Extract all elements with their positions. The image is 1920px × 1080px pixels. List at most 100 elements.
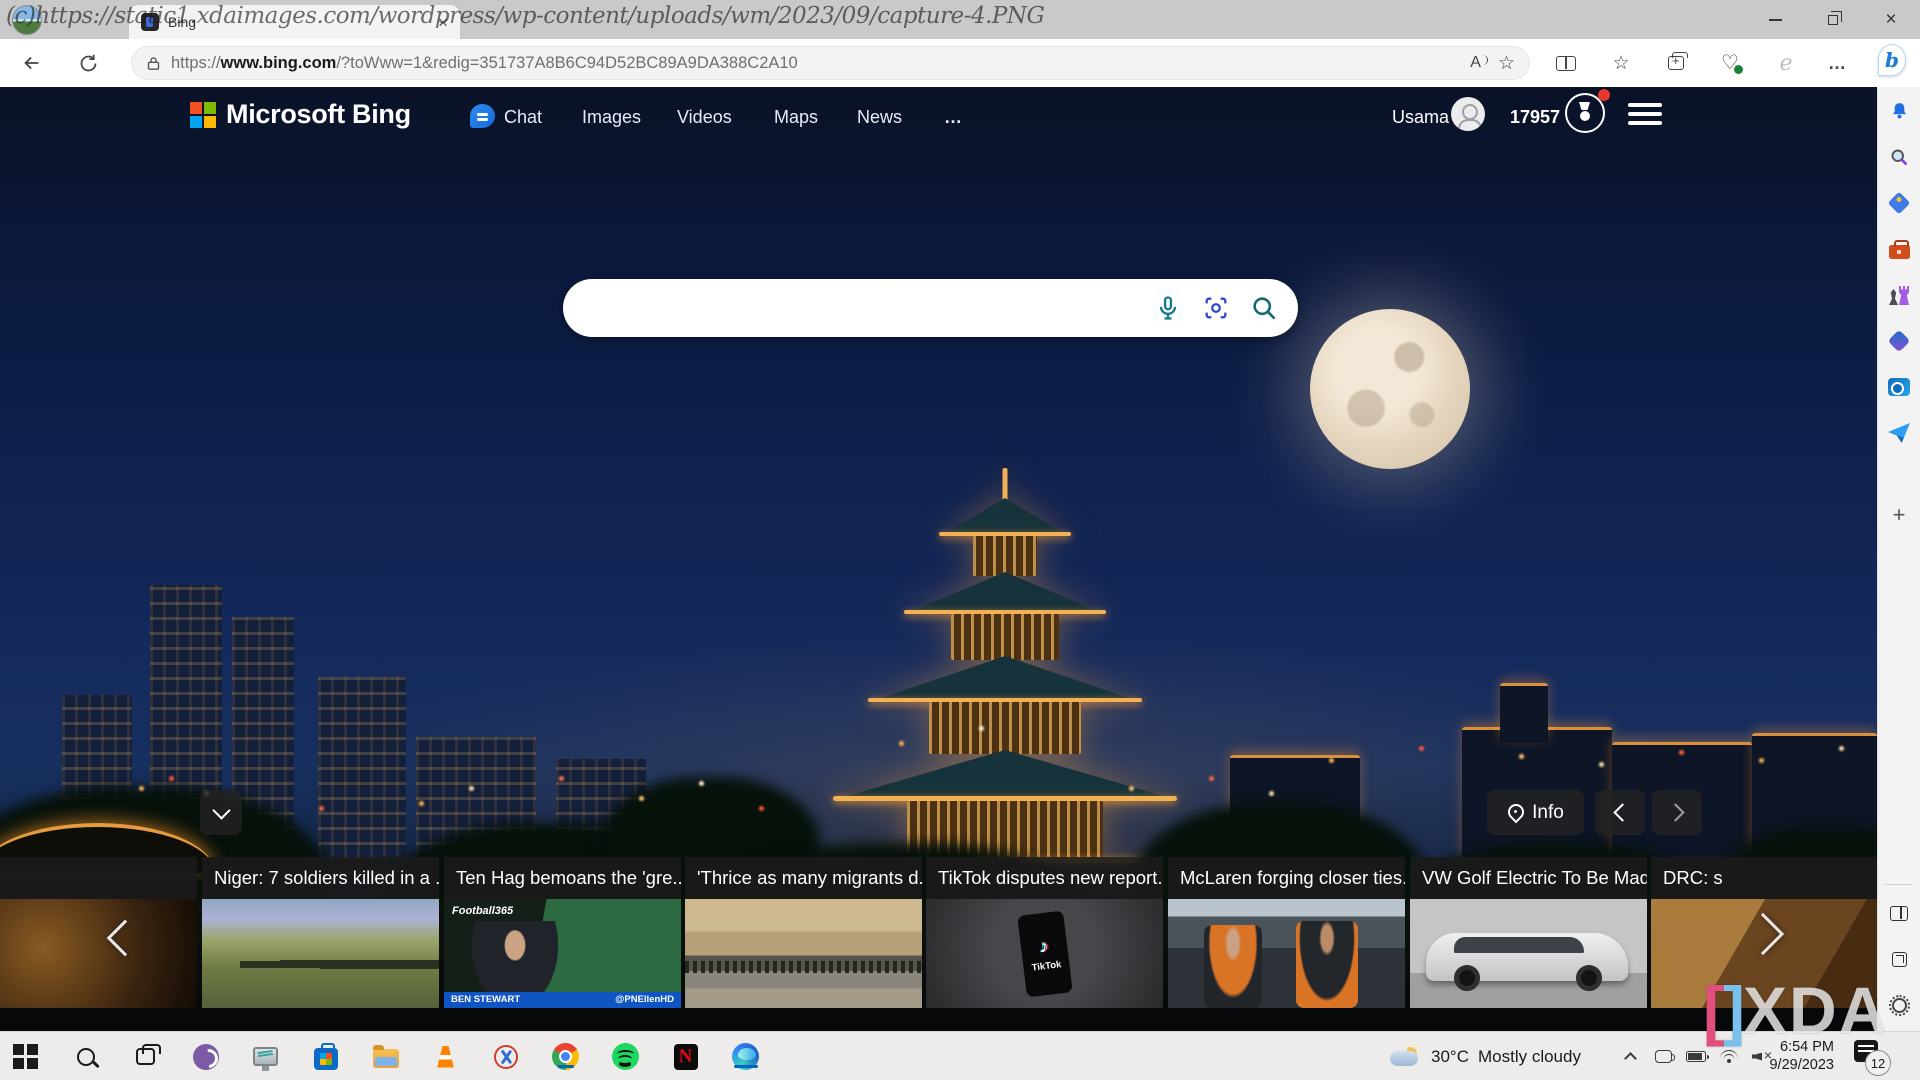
location-pin-icon [1507, 803, 1523, 823]
nav-more-icon[interactable]: … [944, 107, 964, 128]
news-card[interactable]: McLaren forging closer ties... [1168, 857, 1405, 1008]
news-card-image [685, 899, 922, 1008]
news-card[interactable]: Niger: 7 soldiers killed in a ... [202, 857, 439, 1008]
nav-chat[interactable]: Chat [504, 107, 542, 128]
chevron-left-icon [1613, 803, 1631, 821]
account-name[interactable]: Usama [1392, 107, 1449, 128]
collapse-feed-button[interactable] [200, 790, 242, 835]
notification-badge: 12 [1865, 1050, 1891, 1076]
search-input[interactable] [591, 297, 1134, 319]
spotify-icon[interactable] [612, 1043, 639, 1070]
system-monitor-icon[interactable] [252, 1043, 279, 1070]
taskbar-weather-widget[interactable]: 30°C Mostly cloudy [1390, 1032, 1581, 1080]
back-button[interactable] [18, 49, 46, 77]
add-sidebar-item-icon[interactable]: + [1887, 503, 1911, 527]
news-card[interactable]: TikTok disputes new report... ♪ TikTok [926, 857, 1163, 1008]
news-card-title: VW Golf Electric To Be Mad... [1410, 857, 1647, 899]
nav-images[interactable]: Images [582, 107, 641, 128]
news-card-title: Ten Hag bemoans the 'gre... [444, 857, 681, 899]
taskbar-clock[interactable]: 6:54 PM 9/29/2023 [1752, 1039, 1834, 1074]
minimize-button[interactable] [1746, 0, 1804, 39]
favorites-bar-icon[interactable]: ☆ [1607, 49, 1635, 77]
open-external-icon[interactable] [1887, 947, 1911, 971]
device-cast-icon[interactable] [1653, 1047, 1673, 1067]
browser-profile-icon[interactable] [12, 5, 42, 35]
battery-icon[interactable] [1686, 1047, 1706, 1067]
previous-image-button[interactable] [1595, 790, 1645, 835]
nav-maps[interactable]: Maps [774, 107, 818, 128]
account-avatar[interactable] [1451, 97, 1485, 131]
vlc-icon[interactable] [432, 1043, 459, 1070]
outlook-icon[interactable] [1887, 375, 1911, 399]
browser-tab-bing[interactable]: Bing × [129, 5, 460, 39]
browser-essentials-icon[interactable] [1717, 49, 1745, 77]
sidebar-panel-icon[interactable] [1887, 901, 1911, 925]
nav-videos[interactable]: Videos [677, 107, 732, 128]
netflix-icon[interactable]: N [672, 1043, 699, 1070]
rewards-notification-dot [1598, 89, 1610, 101]
news-card-partial-left[interactable] [0, 857, 197, 1008]
settings-more-icon[interactable]: … [1824, 49, 1852, 77]
split-screen-icon[interactable] [1552, 49, 1580, 77]
image-info-button[interactable]: Info [1487, 790, 1584, 835]
phone-illustration: ♪ TikTok [1017, 911, 1073, 998]
news-card-title: DRC: s [1651, 857, 1877, 899]
refresh-button[interactable] [74, 49, 102, 77]
news-card[interactable]: Ten Hag bemoans the 'gre... Football365 … [444, 857, 681, 1008]
sidebar-search-icon[interactable] [1887, 145, 1911, 169]
chevron-right-icon [1666, 803, 1684, 821]
lock-icon [146, 55, 161, 72]
file-explorer-icon[interactable] [372, 1043, 399, 1070]
system-tray [1620, 1032, 1772, 1080]
notification-center-button[interactable]: 12 [1854, 1038, 1914, 1078]
wifi-icon[interactable] [1719, 1047, 1739, 1067]
address-bar[interactable]: https://www.bing.com/?toWww=1&redig=3517… [131, 46, 1530, 80]
close-button[interactable]: × [1862, 0, 1920, 39]
tab-close-icon[interactable]: × [438, 14, 448, 31]
search-box[interactable] [563, 279, 1298, 337]
chat-bubble-icon [470, 104, 495, 128]
tweet-byline-bar: BEN STEWART@PNEllenHD [444, 992, 681, 1008]
sidebar-settings-gear-icon[interactable] [1887, 993, 1911, 1017]
collections-icon[interactable] [1662, 49, 1690, 77]
football365-logo: Football365 [452, 905, 513, 917]
bing-favicon-icon [141, 13, 159, 31]
url-text: https://www.bing.com/?toWww=1&redig=3517… [171, 54, 1460, 73]
nav-news[interactable]: News [857, 107, 902, 128]
tools-toolbox-icon[interactable] [1887, 237, 1911, 261]
task-view-icon[interactable] [132, 1043, 159, 1070]
taskbar-search-icon[interactable] [72, 1043, 99, 1070]
games-chess-icon[interactable] [1887, 283, 1911, 307]
visual-search-camera-icon[interactable] [1202, 294, 1230, 322]
ie-mode-icon[interactable]: e [1772, 49, 1800, 77]
microphone-icon[interactable] [1154, 294, 1182, 322]
edge-icon-active[interactable] [732, 1043, 759, 1070]
bing-chat-bubble-icon[interactable]: b [1878, 46, 1906, 74]
shopping-tag-icon[interactable] [1887, 191, 1911, 215]
start-button[interactable] [12, 1043, 39, 1070]
news-card[interactable]: VW Golf Electric To Be Mad... [1410, 857, 1647, 1008]
search-icon[interactable] [1250, 294, 1278, 322]
snipping-tool-icon[interactable] [492, 1043, 519, 1070]
news-card-image: ♪ TikTok [926, 899, 1163, 1008]
favorite-star-icon[interactable]: ☆ [1498, 52, 1515, 75]
hamburger-menu-icon[interactable] [1628, 101, 1662, 127]
chrome-icon[interactable] [552, 1043, 579, 1070]
rewards-points[interactable]: 17957 [1510, 107, 1560, 128]
drop-send-icon[interactable] [1887, 421, 1911, 445]
microsoft-store-icon[interactable] [312, 1043, 339, 1070]
microsoft-bing-logo[interactable]: Microsoft Bing [190, 99, 411, 130]
read-aloud-icon[interactable]: A [1470, 54, 1488, 72]
weather-condition: Mostly cloudy [1478, 1047, 1581, 1067]
tray-overflow-chevron-icon[interactable] [1620, 1047, 1640, 1067]
window-controls: × [1746, 0, 1920, 39]
news-card[interactable]: 'Thrice as many migrants d... [685, 857, 922, 1008]
notifications-bell-icon[interactable] [1887, 99, 1911, 123]
restore-button[interactable] [1804, 0, 1862, 39]
microsoft-365-icon[interactable] [1887, 329, 1911, 353]
next-image-button[interactable] [1652, 790, 1702, 835]
news-card-title: 'Thrice as many migrants d... [685, 857, 922, 899]
news-card-image [0, 899, 197, 1008]
bittorrent-icon[interactable] [192, 1043, 219, 1070]
info-label: Info [1532, 802, 1564, 824]
